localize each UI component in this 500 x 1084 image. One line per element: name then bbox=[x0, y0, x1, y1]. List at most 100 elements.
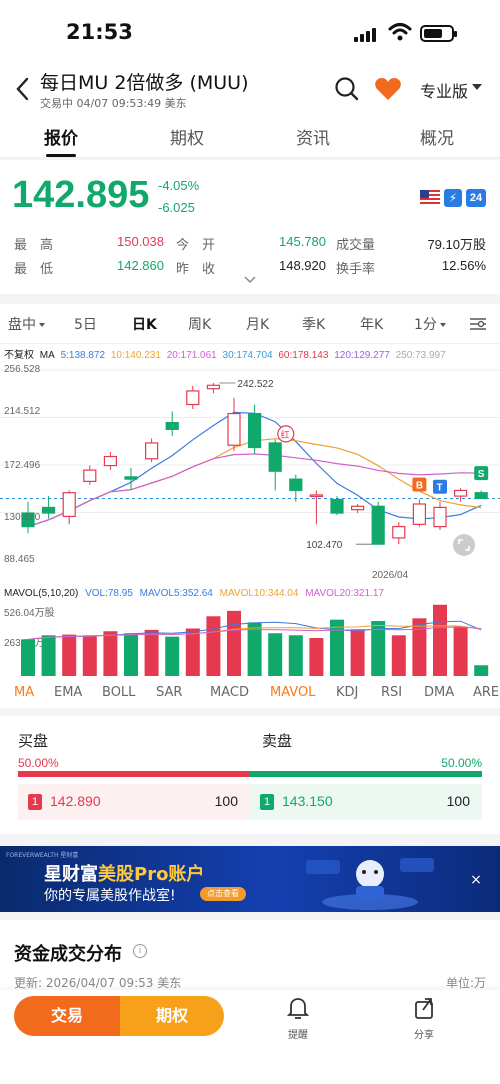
mavol-title: MAVOL(5,10,20) bbox=[4, 588, 79, 599]
period-daily[interactable]: 日K bbox=[132, 314, 157, 334]
period-selector: 盘中 5日 日K 周K 月K 季K 年K 1分 bbox=[0, 304, 500, 344]
period-intraday[interactable]: 盘中 bbox=[8, 314, 45, 334]
signal-icon bbox=[354, 26, 378, 42]
volume-bar bbox=[144, 629, 159, 676]
volume-bar bbox=[330, 619, 344, 676]
period-quarterly[interactable]: 季K bbox=[302, 314, 325, 334]
last-price: 142.895 bbox=[12, 174, 150, 216]
trade-marker-label: T bbox=[437, 483, 443, 494]
candle-body bbox=[433, 506, 447, 528]
volume-bar bbox=[247, 622, 262, 676]
battery-icon bbox=[420, 25, 457, 42]
volume-value: 79.10万股 bbox=[427, 237, 486, 252]
options-button[interactable]: 期权 bbox=[120, 996, 224, 1036]
open-value: 145.780 bbox=[279, 234, 326, 249]
open-label: 今 开 bbox=[176, 238, 216, 253]
candle-body bbox=[248, 412, 262, 449]
candle-body bbox=[145, 442, 159, 460]
period-5day[interactable]: 5日 bbox=[74, 314, 97, 334]
sell-marker-label: S bbox=[478, 469, 485, 480]
ask-row[interactable]: 1 143.150 100 bbox=[250, 784, 482, 820]
candle-body bbox=[186, 390, 200, 406]
fullscreen-icon[interactable] bbox=[452, 533, 476, 557]
indicator-kdj[interactable]: KDJ bbox=[336, 685, 358, 700]
candle-body bbox=[62, 492, 76, 518]
volume-bar bbox=[21, 639, 35, 676]
period-intraday-label: 盘中 bbox=[8, 317, 36, 333]
flow-update-time: 更新: 2026/04/07 09:53 美东 bbox=[14, 976, 182, 990]
indicator-rsi[interactable]: RSI bbox=[381, 685, 402, 700]
indicator-sar[interactable]: SAR bbox=[156, 685, 182, 700]
active-tab-indicator bbox=[46, 154, 76, 157]
mavol10-value: MAVOL10:344.04 bbox=[219, 588, 299, 599]
volume-legend: MAVOL(5,10,20) VOL:78.95 MAVOL5:352.64 M… bbox=[4, 588, 388, 599]
red-event-marker-label: 红 bbox=[281, 429, 290, 441]
stock-title: 每日MU 2倍做多 (MUU) bbox=[40, 72, 249, 94]
bid-row[interactable]: 1 142.890 100 bbox=[18, 784, 250, 820]
capital-flow-section: 资金成交分布 i 更新: 2026/04/07 09:53 美东 单位:万 bbox=[0, 920, 500, 1000]
candle-body bbox=[474, 492, 488, 500]
period-yearly[interactable]: 年K bbox=[360, 314, 383, 334]
y-axis-label-3: 172.496 bbox=[4, 460, 41, 471]
indicator-ema[interactable]: EMA bbox=[54, 685, 82, 700]
caret-down-icon bbox=[439, 323, 446, 327]
period-monthly[interactable]: 月K bbox=[246, 314, 269, 334]
period-weekly[interactable]: 周K bbox=[188, 314, 211, 334]
indicator-mavol[interactable]: MAVOL bbox=[270, 685, 315, 700]
volume-bar bbox=[309, 638, 324, 676]
y-axis-label-4: 130.480 bbox=[4, 512, 41, 523]
us-flag-icon bbox=[420, 190, 440, 205]
trade-button[interactable]: 交易 bbox=[14, 996, 120, 1036]
bid-title: 买盘 bbox=[18, 732, 49, 750]
ask-level: 1 bbox=[260, 794, 274, 810]
indicator-dma[interactable]: DMA bbox=[424, 685, 454, 700]
indicator-are[interactable]: ARE bbox=[473, 685, 499, 700]
banner-cta-button[interactable]: 点击查看 bbox=[200, 887, 246, 901]
indicator-ma[interactable]: MA bbox=[14, 685, 34, 700]
bid-percent: 50.00% bbox=[18, 756, 59, 770]
candle-body bbox=[165, 422, 179, 430]
banner-close-icon[interactable]: × bbox=[466, 870, 486, 890]
volume-bar bbox=[268, 633, 283, 676]
back-arrow-icon[interactable] bbox=[10, 74, 36, 104]
pro-version-button[interactable]: 专业版 bbox=[420, 78, 468, 102]
search-icon[interactable] bbox=[334, 76, 360, 102]
indicator-tabs: MA EMA BOLL SAR MACD MAVOL KDJ RSI DMA A… bbox=[0, 680, 500, 708]
ma-legend: 不复权 MA 5:138.872 10:140.231 20:171.061 3… bbox=[4, 346, 449, 361]
volume-bar bbox=[41, 635, 56, 676]
volume-bar bbox=[206, 616, 221, 676]
mavol20-value: MAVOL20:321.17 bbox=[305, 588, 384, 599]
chevron-down-icon bbox=[472, 84, 482, 90]
ask-price: 143.150 bbox=[282, 793, 333, 809]
volume-bar bbox=[412, 618, 427, 676]
tab-overview[interactable]: 概况 bbox=[420, 124, 454, 149]
volume-bar bbox=[474, 665, 489, 676]
main-tabs: 报价 期权 资讯 概况 bbox=[0, 116, 500, 158]
header: 每日MU 2倍做多 (MUU) 交易中 04/07 09:53:49 美东 专业… bbox=[0, 62, 500, 116]
indicator-macd[interactable]: MACD bbox=[210, 685, 249, 700]
turnover-label: 换手率 bbox=[336, 262, 376, 277]
tab-options[interactable]: 期权 bbox=[170, 124, 204, 149]
share-button[interactable]: 分享 bbox=[404, 996, 444, 1041]
tab-quote[interactable]: 报价 bbox=[44, 124, 78, 149]
indicator-boll[interactable]: BOLL bbox=[102, 685, 135, 700]
remind-label: 提醒 bbox=[288, 1030, 308, 1041]
caret-down-icon bbox=[39, 323, 45, 327]
chart-settings-icon[interactable] bbox=[468, 316, 488, 332]
banner-title-prefix: 星财富 bbox=[44, 864, 98, 885]
lightning-icon: ⚡ bbox=[444, 189, 462, 207]
promo-banner[interactable]: FOREVERWEALTH 星财富 星财富美股Pro账户 你的专属美股作战室! … bbox=[0, 846, 500, 912]
low-label: 最 低 bbox=[14, 262, 54, 277]
ask-title: 卖盘 bbox=[262, 732, 293, 750]
24h-trading-badge: 24 bbox=[466, 189, 486, 207]
banner-title: 星财富美股Pro账户 bbox=[44, 860, 204, 886]
wifi-icon bbox=[388, 23, 412, 41]
expand-chevron-icon[interactable] bbox=[244, 276, 256, 284]
tab-news[interactable]: 资讯 bbox=[296, 124, 330, 149]
remind-button[interactable]: 提醒 bbox=[278, 996, 318, 1041]
candle-body bbox=[289, 478, 303, 492]
favorite-heart-icon[interactable] bbox=[374, 76, 402, 102]
low-value: 142.860 bbox=[117, 258, 164, 273]
info-icon[interactable]: i bbox=[133, 944, 147, 958]
period-minute[interactable]: 1分 bbox=[414, 314, 446, 334]
